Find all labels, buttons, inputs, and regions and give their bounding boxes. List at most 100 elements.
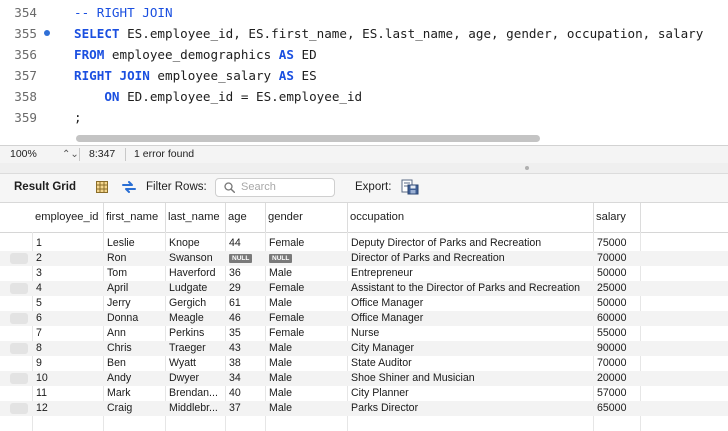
cell-gender[interactable]: Male bbox=[267, 386, 349, 401]
cell-last-name[interactable]: Dwyer bbox=[167, 371, 227, 386]
column-header-first-name[interactable]: first_name bbox=[104, 203, 166, 232]
cell-salary[interactable]: 70000 bbox=[595, 356, 642, 371]
cell-first-name[interactable]: Tom bbox=[105, 266, 167, 281]
cell-salary[interactable]: 25000 bbox=[595, 281, 642, 296]
cell-gender[interactable]: Female bbox=[267, 236, 349, 251]
cell-last-name[interactable]: Ludgate bbox=[167, 281, 227, 296]
cell-employee-id[interactable]: 8 bbox=[34, 341, 105, 356]
code-line[interactable]: 358 ON ED.employee_id = ES.employee_id bbox=[0, 86, 728, 107]
cell-gender[interactable]: Female bbox=[267, 311, 349, 326]
cell-first-name[interactable]: Jerry bbox=[105, 296, 167, 311]
table-row[interactable]: 12 Craig Middlebr... 37 Male Parks Director 65… bbox=[0, 401, 728, 416]
filter-search-input[interactable] bbox=[241, 180, 329, 194]
cell-employee-id[interactable]: 9 bbox=[34, 356, 105, 371]
cell-age[interactable]: 35 bbox=[227, 326, 267, 341]
code-line[interactable]: 357 RIGHT JOIN employee_salary AS ES bbox=[0, 65, 728, 86]
cell-last-name[interactable]: Meagle bbox=[167, 311, 227, 326]
cell-age[interactable]: 44 bbox=[227, 236, 267, 251]
code-line[interactable]: 354 -- RIGHT JOIN bbox=[0, 2, 728, 23]
cell-occupation[interactable]: State Auditor bbox=[349, 356, 595, 371]
table-row[interactable]: 6 Donna Meagle 46 Female Office Manager 60000 bbox=[0, 311, 728, 326]
zoom-level[interactable]: 100% bbox=[8, 146, 37, 163]
error-count[interactable]: 1 error found bbox=[132, 146, 194, 163]
cell-first-name[interactable]: Chris bbox=[105, 341, 167, 356]
cell-gender[interactable]: NULL bbox=[267, 251, 349, 266]
cell-occupation[interactable]: Office Manager bbox=[349, 311, 595, 326]
cell-salary[interactable]: 50000 bbox=[595, 266, 642, 281]
cell-salary[interactable]: 90000 bbox=[595, 341, 642, 356]
sql-editor[interactable]: 354 -- RIGHT JOIN 355 SELECT ES.employee_id… bbox=[0, 0, 728, 146]
cell-last-name[interactable]: Haverford bbox=[167, 266, 227, 281]
cell-gender[interactable]: Female bbox=[267, 281, 349, 296]
column-header-age[interactable]: age bbox=[226, 203, 266, 232]
table-row[interactable]: 11 Mark Brendan... 40 Male City Planner 57000 bbox=[0, 386, 728, 401]
cell-occupation[interactable]: Parks Director bbox=[349, 401, 595, 416]
cell-salary[interactable]: 50000 bbox=[595, 296, 642, 311]
cell-occupation[interactable]: Assistant to the Director of Parks and R… bbox=[349, 281, 595, 296]
cell-age[interactable]: NULL bbox=[227, 251, 267, 266]
column-header-last-name[interactable]: last_name bbox=[166, 203, 226, 232]
filter-search-box[interactable] bbox=[215, 178, 335, 197]
table-row[interactable]: 10 Andy Dwyer 34 Male Shoe Shiner and Musicia… bbox=[0, 371, 728, 386]
cell-gender[interactable]: Male bbox=[267, 296, 349, 311]
cell-employee-id[interactable]: 4 bbox=[34, 281, 105, 296]
cell-occupation[interactable]: City Planner bbox=[349, 386, 595, 401]
cell-gender[interactable]: Male bbox=[267, 356, 349, 371]
cell-first-name[interactable]: Donna bbox=[105, 311, 167, 326]
code-line[interactable]: 359; bbox=[0, 107, 728, 128]
cell-last-name[interactable]: Wyatt bbox=[167, 356, 227, 371]
column-header-occupation[interactable]: occupation bbox=[348, 203, 594, 232]
cell-age[interactable]: 61 bbox=[227, 296, 267, 311]
cell-last-name[interactable]: Swanson bbox=[167, 251, 227, 266]
cell-salary[interactable]: 70000 bbox=[595, 251, 642, 266]
cell-age[interactable]: 29 bbox=[227, 281, 267, 296]
cell-gender[interactable]: Male bbox=[267, 371, 349, 386]
cell-age[interactable]: 36 bbox=[227, 266, 267, 281]
cell-age[interactable]: 40 bbox=[227, 386, 267, 401]
column-header-employee-id[interactable]: employee_id bbox=[33, 203, 104, 232]
splitter-grip-icon[interactable] bbox=[525, 166, 529, 170]
result-grid-label[interactable]: Result Grid bbox=[14, 174, 76, 200]
cell-employee-id[interactable]: 5 bbox=[34, 296, 105, 311]
cell-occupation[interactable]: Deputy Director of Parks and Recreation bbox=[349, 236, 595, 251]
result-grid[interactable]: employee_id first_name last_name age gender o… bbox=[0, 203, 728, 431]
cell-employee-id[interactable]: 2 bbox=[34, 251, 105, 266]
cell-first-name[interactable]: Ann bbox=[105, 326, 167, 341]
pane-splitter[interactable] bbox=[0, 163, 728, 174]
row-selector[interactable] bbox=[10, 253, 28, 264]
cell-last-name[interactable]: Perkins bbox=[167, 326, 227, 341]
table-row[interactable]: 1 Leslie Knope 44 Female Deputy Director of P… bbox=[0, 236, 728, 251]
table-row[interactable]: 8 Chris Traeger 43 Male City Manager 90000 bbox=[0, 341, 728, 356]
code-line[interactable]: 355 SELECT ES.employee_id, ES.first_name,… bbox=[0, 23, 728, 44]
cell-salary[interactable]: 20000 bbox=[595, 371, 642, 386]
cell-first-name[interactable]: Craig bbox=[105, 401, 167, 416]
cell-gender[interactable]: Male bbox=[267, 341, 349, 356]
column-header-salary[interactable]: salary bbox=[594, 203, 641, 232]
grid-view-icon[interactable] bbox=[96, 181, 108, 193]
cell-employee-id[interactable]: 12 bbox=[34, 401, 105, 416]
cell-first-name[interactable]: April bbox=[105, 281, 167, 296]
cell-salary[interactable]: 55000 bbox=[595, 326, 642, 341]
table-row[interactable]: 2 Ron Swanson NULL NULL Director of Parks and… bbox=[0, 251, 728, 266]
cell-occupation[interactable]: Entrepreneur bbox=[349, 266, 595, 281]
table-row[interactable]: 9 Ben Wyatt 38 Male State Auditor 70000 bbox=[0, 356, 728, 371]
cell-first-name[interactable]: Leslie bbox=[105, 236, 167, 251]
cell-age[interactable]: 38 bbox=[227, 356, 267, 371]
cell-employee-id[interactable]: 6 bbox=[34, 311, 105, 326]
cell-first-name[interactable]: Ron bbox=[105, 251, 167, 266]
cell-age[interactable]: 37 bbox=[227, 401, 267, 416]
cell-employee-id[interactable]: 3 bbox=[34, 266, 105, 281]
cell-salary[interactable]: 65000 bbox=[595, 401, 642, 416]
cell-first-name[interactable]: Mark bbox=[105, 386, 167, 401]
cell-occupation[interactable]: City Manager bbox=[349, 341, 595, 356]
cell-first-name[interactable]: Ben bbox=[105, 356, 167, 371]
cell-employee-id[interactable]: 1 bbox=[34, 236, 105, 251]
cell-age[interactable]: 34 bbox=[227, 371, 267, 386]
cell-occupation[interactable]: Director of Parks and Recreation bbox=[349, 251, 595, 266]
row-selector[interactable] bbox=[10, 313, 28, 324]
table-row[interactable]: 7 Ann Perkins 35 Female Nurse 55000 bbox=[0, 326, 728, 341]
cell-gender[interactable]: Male bbox=[267, 401, 349, 416]
cell-age[interactable]: 46 bbox=[227, 311, 267, 326]
row-selector[interactable] bbox=[10, 373, 28, 384]
zoom-stepper-icon[interactable]: ⌃⌄ bbox=[60, 146, 79, 163]
